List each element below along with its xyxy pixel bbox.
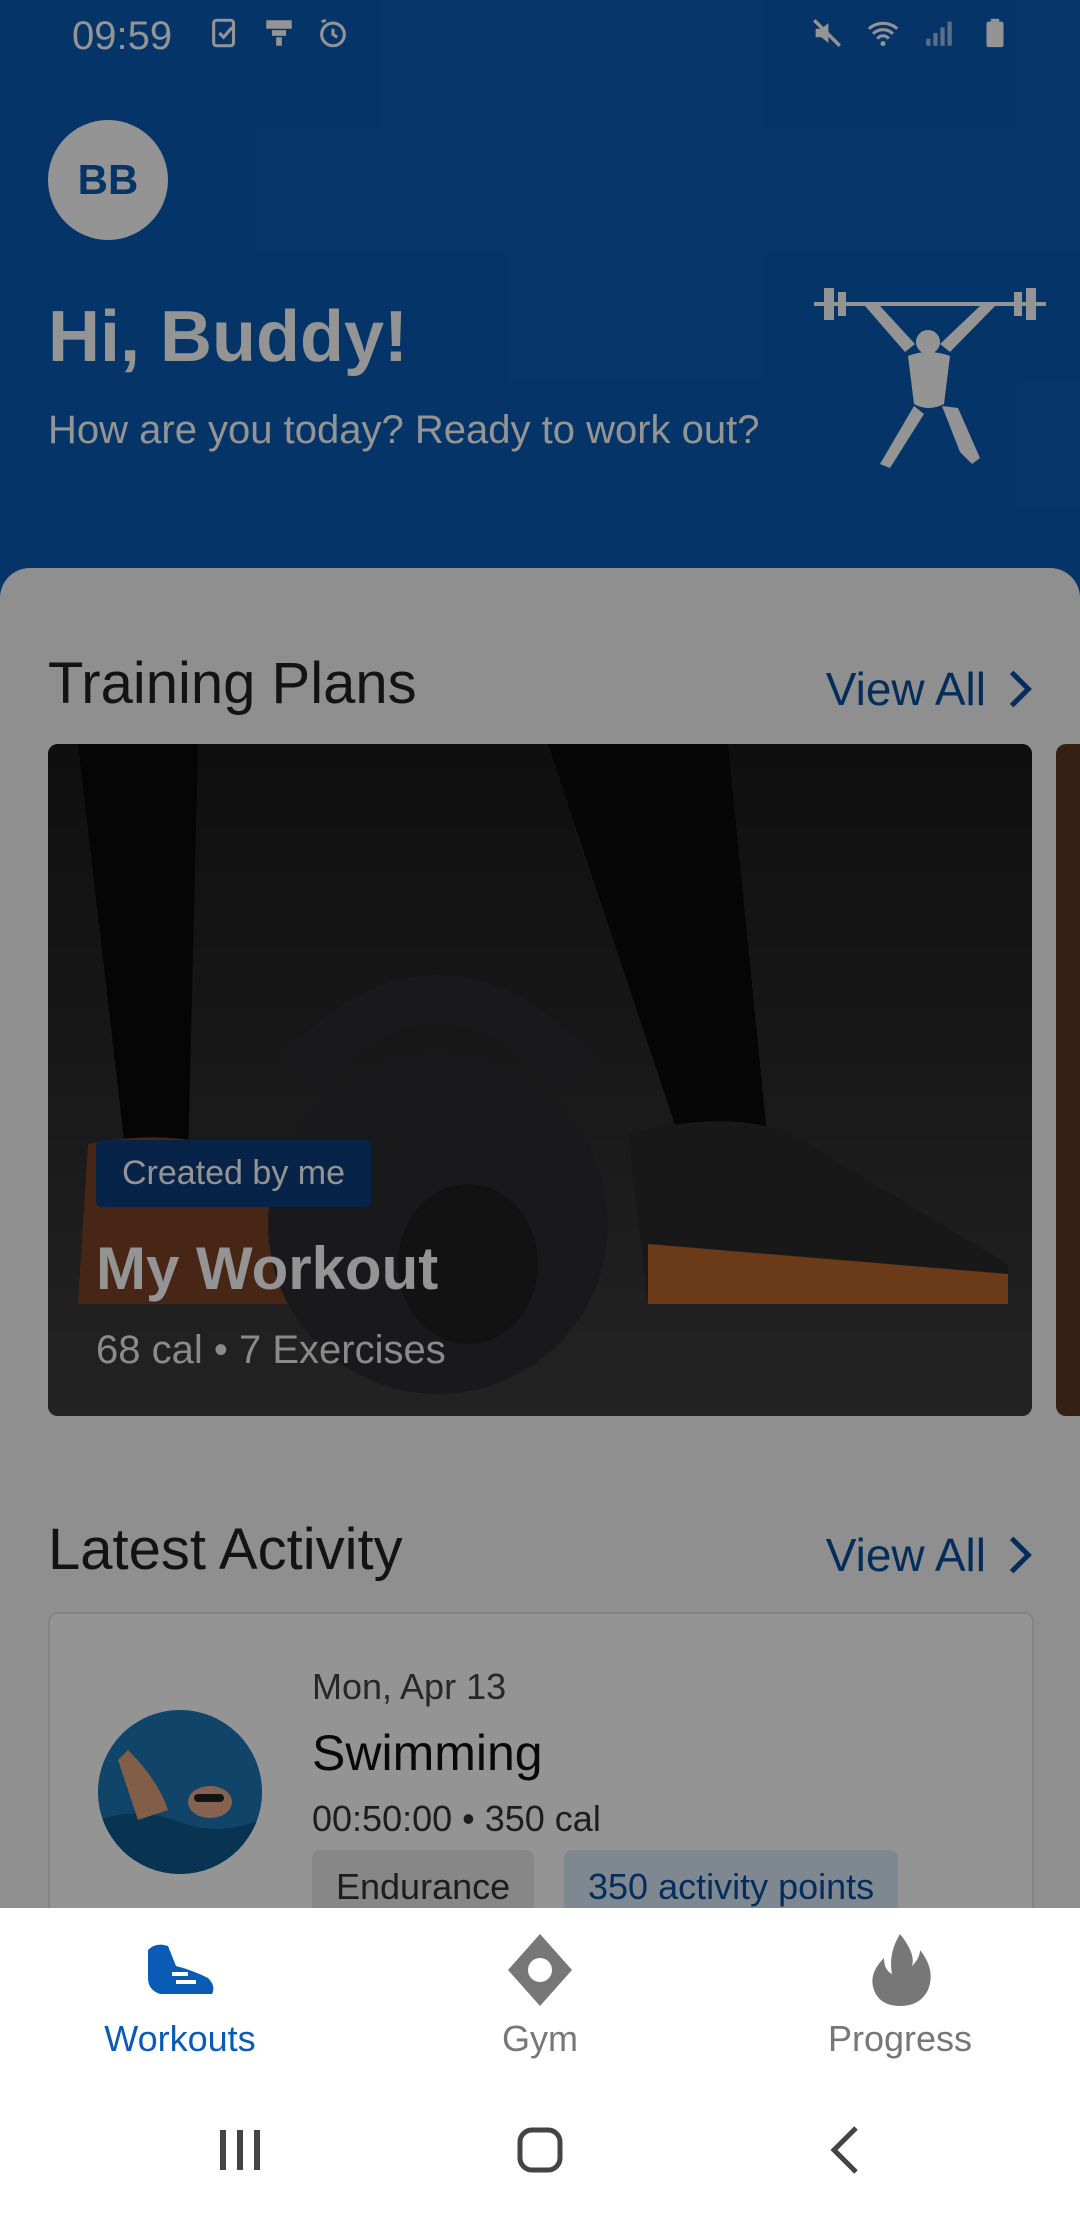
chevron-right-icon (1009, 1536, 1032, 1574)
content-sheet: Training Plans View All Created by me My… (0, 568, 1080, 1908)
training-plan-card[interactable]: Created by me My Workout 68 cal • 7 Exer… (48, 744, 1032, 1416)
next-plan-card[interactable] (1056, 744, 1080, 1416)
view-all-label: View All (825, 663, 986, 715)
system-nav-bar (0, 2080, 1080, 2220)
status-bar: 09:59 (0, 0, 1080, 72)
home-icon[interactable] (510, 2120, 570, 2180)
location-icon (508, 1934, 572, 2006)
alarm-icon (320, 18, 346, 48)
activity-card[interactable]: Mon, Apr 13 Swimming 00:50:00 • 350 cal … (48, 1612, 1034, 1908)
flame-icon (872, 1934, 931, 2006)
activity-date: Mon, Apr 13 (312, 1666, 507, 1707)
training-plans-title: Training Plans (48, 651, 417, 716)
nav-workouts[interactable]: Workouts (30, 1930, 330, 2060)
wifi-icon (867, 21, 899, 47)
plan-meta: 68 cal • 7 Exercises (96, 1328, 446, 1372)
greeting-title: Hi, Buddy! (48, 297, 408, 377)
plan-badge: Created by me (96, 1140, 371, 1207)
nav-gym-label: Gym (502, 2018, 578, 2059)
back-icon[interactable] (816, 2120, 876, 2180)
activity-points-tag: 350 activity points (564, 1850, 899, 1908)
activity-tag-endurance: Endurance (312, 1850, 535, 1908)
task-icon (212, 18, 236, 48)
nav-gym[interactable]: Gym (390, 1930, 690, 2060)
training-plans-view-all-button[interactable]: View All (826, 662, 1034, 716)
battery-icon (986, 18, 1004, 48)
nav-workouts-label: Workouts (104, 2018, 256, 2059)
notification-icon (266, 20, 292, 46)
nav-progress-label: Progress (827, 2018, 973, 2059)
status-time: 09:59 (72, 14, 173, 58)
activity-name: Swimming (312, 1725, 543, 1781)
header-banner: 09:59 BB Hi, Buddy! How are you today? R… (0, 0, 1080, 600)
latest-activity-title: Latest Activity (48, 1517, 403, 1582)
avatar[interactable]: BB (48, 120, 168, 240)
latest-activity-view-all-button[interactable]: View All (826, 1528, 1034, 1582)
nav-progress[interactable]: Progress (750, 1930, 1050, 2060)
swimming-photo (98, 1710, 262, 1874)
bottom-nav: Workouts Gym Progress (0, 1908, 1080, 2080)
recent-apps-icon[interactable] (210, 2120, 270, 2180)
mute-icon (813, 19, 841, 47)
plan-title: My Workout (96, 1235, 439, 1302)
chevron-right-icon (1009, 670, 1032, 708)
signal-icon (926, 21, 952, 46)
weightlifter-icon (814, 288, 1046, 468)
greeting-subtitle: How are you today? Ready to work out? (48, 408, 760, 452)
kettlebell-photo (48, 744, 1032, 1416)
shoe-icon (148, 1944, 214, 1994)
activity-stats: 00:50:00 • 350 cal (312, 1798, 601, 1839)
view-all-label: View All (825, 1529, 986, 1581)
